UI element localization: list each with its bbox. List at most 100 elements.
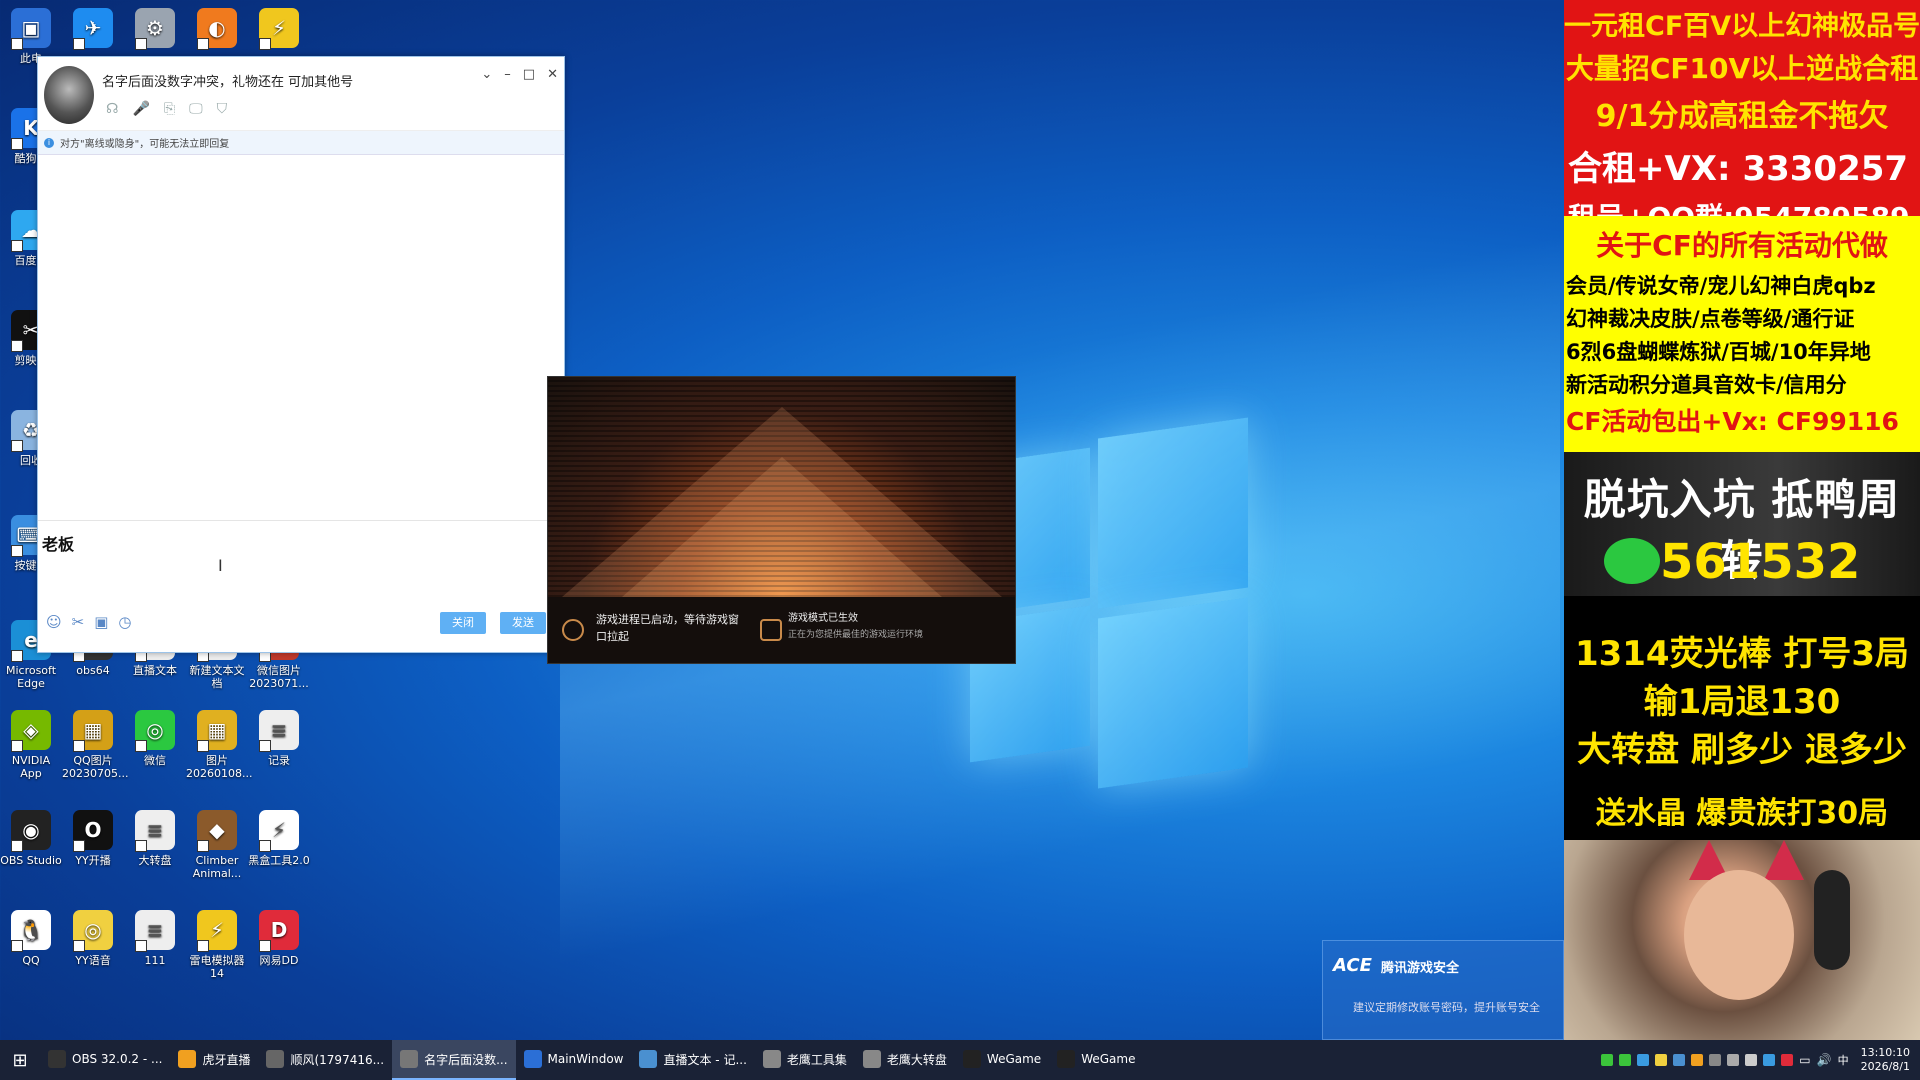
taskbar-item[interactable]: 直播文本 - 记... [631,1040,754,1080]
network-icon[interactable]: ▭ [1799,1053,1810,1067]
chevron-down-icon[interactable]: ⌄ [481,67,492,82]
taskbar-items: OBS 32.0.2 - ... 虎牙直播 顺风(1797416... 名字后面没数.… [40,1040,1143,1080]
desktop-icon-label: 新建文本文档 [189,664,245,690]
ime-indicator[interactable]: 中 [1838,1052,1849,1068]
desktop-icon[interactable]: O YY开播 [62,810,124,867]
taskbar-item[interactable]: 虎牙直播 [170,1040,258,1080]
desktop-icon[interactable]: ✈ [62,8,124,52]
maximize-button[interactable]: □ [523,67,535,82]
popup-status-bar: 游戏进程已启动，等待游戏窗口拉起 游戏模式已生效 正在为您提供最佳的游戏运行环境 [548,597,1015,663]
history-icon[interactable]: ◷ [118,613,131,631]
desktop-icon[interactable]: ◉ OBS Studio [0,810,62,867]
desktop-icon-label: YY语音 [75,954,111,967]
chat-title: 名字后面没数字冲突，礼物还在 可加其他号 [102,75,354,90]
app-icon: D [259,910,299,952]
desktop-icon[interactable]: ≡ 大转盘 [124,810,186,867]
desktop-icon[interactable]: ≡ 记录 [248,710,310,767]
ad-cf-contact: CF活动包出+Vx: CF99116 [1566,407,1899,436]
tray-icon[interactable] [1745,1054,1758,1066]
tray-icon[interactable] [1673,1054,1686,1066]
ad-promo-last: 送水晶 爆贵族打30局 [1595,796,1889,831]
tray-icon[interactable] [1655,1054,1668,1066]
app-icon: ≡ [259,710,299,752]
taskbar-item[interactable]: WeGame [955,1040,1049,1080]
voice-call-icon[interactable]: ☊ [106,101,118,117]
bluetooth-icon[interactable] [1763,1054,1776,1066]
taskbar-item[interactable]: 名字后面没数... [392,1040,516,1080]
game-mode-subtitle: 正在为您提供最佳的游戏运行环境 [788,630,924,640]
desktop-icon[interactable]: ◆ Climber Animal... [186,810,248,880]
taskbar-item[interactable]: OBS 32.0.2 - ... [40,1040,170,1080]
tray-icon[interactable] [1781,1054,1794,1066]
desktop-icon-label: NVIDIA App [11,754,51,780]
tray-icon[interactable] [1637,1054,1650,1066]
app-icon: 🐧 [11,910,51,952]
taskbar-item[interactable]: 老鹰工具集 [755,1040,855,1080]
desktop-icon[interactable]: ⚙ [124,8,186,52]
desktop-icon-label: QQ图片 20230705... [62,754,129,780]
image-icon[interactable]: ▣ [94,613,108,631]
message-area[interactable] [38,155,564,519]
desktop-icon[interactable]: ⚡ 雷电模拟器 14 [186,910,248,980]
ad-promo-row: 输1局退130 [1643,682,1841,722]
desktop-icon[interactable]: ▦ 图片 20260108... [186,710,252,780]
emoji-icon[interactable]: ☺ [46,613,62,631]
toast-message: 建议定期修改账号密码，提升账号安全 [1353,1001,1540,1014]
ace-security-toast[interactable]: ACE 腾讯游戏安全 建议定期修改账号密码，提升账号安全 [1322,940,1564,1040]
desktop-icon[interactable]: ▦ QQ图片 20230705... [62,710,129,780]
taskbar-item-label: 顺风(1797416... [290,1052,385,1067]
taskbar-item[interactable]: 顺风(1797416... [258,1040,392,1080]
toast-title: 腾讯游戏安全 [1381,961,1460,976]
minimize-button[interactable]: – [504,67,511,82]
game-process-icon [562,619,584,641]
desktop-icon[interactable]: ≡ 111 [124,910,186,967]
message-input[interactable]: 老板 I ☺ ✂ ▣ ◷ 关闭 发送 [38,520,564,652]
close-button[interactable]: ✕ [547,67,558,82]
desktop-icon[interactable]: D 网易DD [248,910,310,967]
ad-line-4: 合租+VX: 3330257 [1568,149,1909,189]
desktop-icon[interactable]: ◎ YY语音 [62,910,124,967]
tray-icon[interactable] [1691,1054,1704,1066]
webcam-feed [1564,840,1920,1040]
taskbar-item[interactable]: MainWindow [516,1040,632,1080]
clock[interactable]: 13:10:10 2026/8/1 [1861,1046,1910,1074]
tray-icon[interactable] [1619,1054,1632,1066]
tray-icon[interactable] [1601,1054,1614,1066]
typed-text[interactable]: 老板 [42,531,74,555]
app-icon: ≡ [135,810,175,852]
volume-icon[interactable]: 🔊 [1817,1053,1832,1067]
tray-icon[interactable] [1709,1054,1722,1066]
remote-desktop-icon[interactable]: 🖵 [189,101,203,117]
chat-toolbar: ☊ 🎤 ⎘ 🖵 ⛉ [106,101,227,117]
share-screen-icon[interactable]: ⎘ [164,101,175,117]
microphone-icon[interactable]: 🎤 [132,101,149,117]
avatar[interactable] [44,66,94,124]
desktop-icon[interactable]: ◐ [186,8,248,52]
desktop-icon-label: 黑盒工具2.0 [248,854,310,867]
app-icon: ⚙ [135,8,175,50]
scissors-icon[interactable]: ✂ [72,613,85,631]
desktop-icon-label: 雷电模拟器 14 [189,954,245,980]
shield-icon[interactable]: ⛉ [217,101,228,117]
send-button[interactable]: 发送 [500,612,546,634]
game-mode-status: 游戏模式已生效 正在为您提供最佳的游戏运行环境 [788,611,923,643]
desktop-icon[interactable]: ⚡ [248,8,310,52]
wechat-icon [1604,538,1660,584]
text-cursor-icon: I [218,556,223,575]
start-button[interactable]: ⊞ [0,1040,40,1080]
desktop-icon[interactable]: 🐧 QQ [0,910,62,967]
taskbar-item[interactable]: WeGame [1049,1040,1143,1080]
desktop-icon[interactable]: ⚡ 黑盒工具2.0 [248,810,310,867]
taskbar-item[interactable]: 老鹰大转盘 [855,1040,955,1080]
app-icon: ✈ [73,8,113,50]
tray-icon[interactable] [1727,1054,1740,1066]
popup-artwork [548,377,1015,597]
info-icon: i [44,137,54,148]
desktop-icon[interactable]: ◎ 微信 [124,710,186,767]
qq-chat-window[interactable]: 名字后面没数字冲突，礼物还在 可加其他号 ⌄ – □ ✕ ☊ 🎤 ⎘ 🖵 ⛉ i… [37,56,565,653]
streamer-face [1684,870,1794,1000]
game-process-status: 游戏进程已启动，等待游戏窗口拉起 [596,613,739,643]
ad-cf-row: 6烈6盘蝴蝶炼狱/百城/10年异地 [1566,340,1871,364]
close-chat-button[interactable]: 关闭 [440,612,486,634]
desktop-icon[interactable]: ◈ NVIDIA App [0,710,62,780]
